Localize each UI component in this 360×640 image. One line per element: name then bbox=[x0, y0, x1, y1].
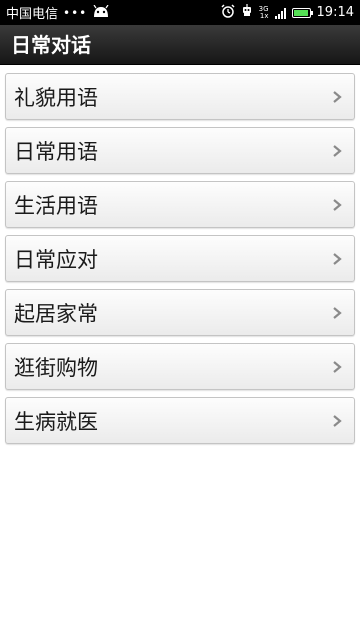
menu-item[interactable]: 日常用语 bbox=[5, 127, 355, 174]
chevron-right-icon bbox=[333, 253, 342, 265]
chevron-right-icon bbox=[333, 199, 342, 211]
menu-item[interactable]: 生活用语 bbox=[5, 181, 355, 228]
chevron-right-icon bbox=[333, 415, 342, 427]
battery-icon bbox=[291, 7, 313, 18]
menu-item[interactable]: 逛街购物 bbox=[5, 343, 355, 390]
title-bar: 日常对话 bbox=[0, 25, 360, 65]
carrier-name: 中国电信 bbox=[6, 7, 59, 22]
chevron-right-icon bbox=[333, 91, 342, 103]
chevron-right-icon bbox=[333, 361, 342, 373]
android-icon bbox=[92, 4, 110, 21]
menu-item-label: 起居家常 bbox=[14, 302, 98, 326]
menu-item[interactable]: 起居家常 bbox=[5, 289, 355, 336]
menu-list: 礼貌用语日常用语生活用语日常应对起居家常逛街购物生病就医 bbox=[5, 73, 355, 451]
alarm-icon bbox=[221, 3, 235, 22]
menu-item[interactable]: 生病就医 bbox=[5, 397, 355, 444]
status-bar: 中国电信 ••• 3G 1x 19:14 bbox=[0, 0, 360, 25]
clock: 19:14 bbox=[316, 5, 354, 20]
network-type: 3G 1x bbox=[259, 5, 269, 20]
menu-item-label: 生活用语 bbox=[14, 194, 98, 218]
menu-item-label: 礼貌用语 bbox=[14, 86, 98, 110]
network-type-bottom: 1x bbox=[259, 11, 269, 20]
menu-item[interactable]: 礼貌用语 bbox=[5, 73, 355, 120]
signal-icon bbox=[274, 7, 286, 19]
menu-item[interactable]: 日常应对 bbox=[5, 235, 355, 282]
robot-icon bbox=[241, 3, 253, 22]
menu-item-label: 日常用语 bbox=[14, 140, 98, 164]
status-bar-right: 3G 1x 19:14 bbox=[221, 0, 354, 25]
chevron-right-icon bbox=[333, 307, 342, 319]
status-bar-left: 中国电信 ••• bbox=[6, 0, 110, 25]
chevron-right-icon bbox=[333, 145, 342, 157]
notification-dots: ••• bbox=[63, 5, 88, 20]
menu-item-label: 日常应对 bbox=[14, 248, 98, 272]
menu-item-label: 逛街购物 bbox=[14, 356, 98, 380]
menu-item-label: 生病就医 bbox=[14, 410, 98, 434]
battery-fill bbox=[293, 9, 308, 16]
page-title: 日常对话 bbox=[11, 33, 91, 57]
